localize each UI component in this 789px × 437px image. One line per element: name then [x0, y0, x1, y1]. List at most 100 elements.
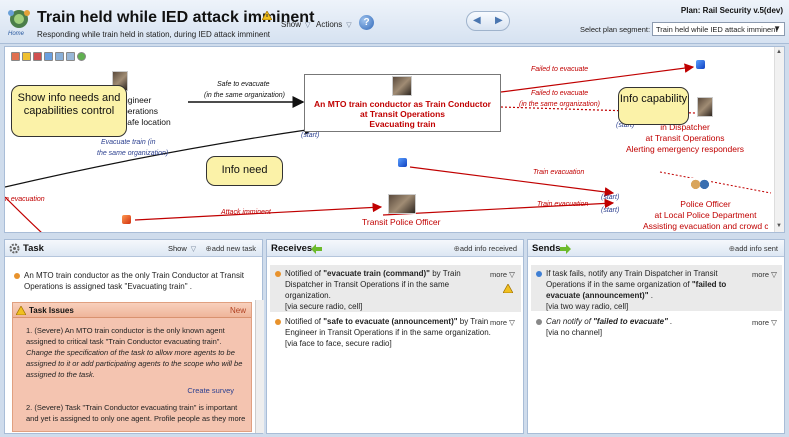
- task-show-menu[interactable]: Show ▽: [168, 244, 196, 253]
- home-logo-icon[interactable]: [6, 8, 32, 30]
- arrow-left-icon: [311, 244, 322, 254]
- engineer-org: perations: [123, 106, 158, 116]
- dispatcher-avatar[interactable]: [697, 97, 713, 117]
- back-arrow-icon[interactable]: ◀: [473, 15, 481, 26]
- info-capability-icon[interactable]: [696, 60, 705, 69]
- send-item-1-more[interactable]: more ▽: [752, 270, 777, 279]
- zoom-icon[interactable]: [66, 52, 75, 61]
- layout-icon[interactable]: [55, 52, 64, 61]
- more-label: more: [490, 270, 508, 279]
- actions-menu[interactable]: Actions ▽: [316, 20, 352, 29]
- police-officer-icon[interactable]: [689, 178, 711, 194]
- flow-map[interactable]: ngineer perations safe location Safe to …: [4, 46, 785, 233]
- refresh-icon[interactable]: [77, 52, 86, 61]
- export-icon[interactable]: [22, 52, 31, 61]
- start-marker: (start): [601, 207, 620, 214]
- more-label: more: [752, 318, 770, 327]
- start-marker: (start): [301, 132, 320, 139]
- receive-item-2[interactable]: Notified of "safe to evacuate (announcem…: [275, 316, 497, 349]
- add-info-received-button[interactable]: add info received: [454, 244, 517, 253]
- more-label: more: [490, 318, 508, 327]
- send-item-2-pre: Can notify of: [546, 317, 594, 326]
- task-scrollbar[interactable]: [255, 300, 264, 433]
- info-capability-icon[interactable]: [398, 158, 407, 167]
- create-survey-link[interactable]: Create survey: [26, 385, 234, 396]
- receive-item-1-more[interactable]: more ▽: [490, 270, 515, 279]
- transit-police-name[interactable]: Transit Police Officer: [362, 217, 440, 228]
- task-panel-title: Task: [23, 243, 44, 254]
- start-marker: (start): [601, 194, 620, 201]
- police-name[interactable]: Police Officer: [643, 199, 768, 210]
- more-label: more: [752, 270, 770, 279]
- engineer-task: safe location: [123, 117, 171, 127]
- segment-label: Select plan segment:: [580, 25, 651, 34]
- legend-icon[interactable]: [11, 52, 20, 61]
- sends-panel-header: Sends add info sent: [528, 240, 784, 257]
- task-org: at Transit Operations: [359, 109, 446, 119]
- receive-item-1-via: [via secure radio, cell]: [285, 302, 363, 311]
- flow-label-safe-to-evacuate[interactable]: Safe to evacuate: [217, 81, 270, 88]
- map-toolbar: [11, 52, 88, 63]
- show-menu[interactable]: Show ▽: [281, 20, 310, 29]
- flow-label-failed-to-evacuate[interactable]: Failed to evacuate: [531, 90, 588, 97]
- segment-select[interactable]: Train held while IED attack imminent ▼: [652, 22, 785, 36]
- add-info-sent-button[interactable]: add info sent: [729, 244, 778, 253]
- status-dot-icon: [275, 319, 281, 325]
- flow-label-train-evacuation[interactable]: Train evacuation: [533, 169, 584, 176]
- flow-label-qualifier: the same organization): [97, 150, 169, 157]
- train-conductor-avatar: [392, 76, 412, 96]
- issue-2: 2. (Severe) Task "Train Conductor evacua…: [26, 403, 246, 423]
- info-needs-icon[interactable]: [33, 52, 42, 61]
- forward-arrow-icon[interactable]: ▶: [495, 15, 503, 26]
- callout-show-info: Show info needs and capabilities control: [11, 85, 127, 137]
- receives-panel-title: Receives: [271, 243, 313, 254]
- send-item-1[interactable]: If task fails, notify any Train Dispatch…: [536, 268, 758, 312]
- receives-panel-header: Receives add info received: [267, 240, 523, 257]
- dispatcher-org: at Transit Operations: [645, 133, 725, 143]
- status-dot-icon: [275, 271, 281, 277]
- send-item-2-via: [via no channel]: [546, 328, 603, 337]
- task-panel: Task Show▽ add new task An MTO train con…: [4, 239, 264, 434]
- scroll-down-icon[interactable]: ▼: [776, 223, 782, 229]
- plan-label: Plan: Rail Security v.5(dev): [680, 6, 783, 15]
- gear-icon: [9, 243, 20, 254]
- flow-label-evacuate-train[interactable]: Evacuate train (in: [101, 139, 155, 146]
- selected-task-node[interactable]: An MTO train conductor as Train Conducto…: [304, 74, 501, 132]
- chevron-down-icon: ▽: [346, 22, 352, 29]
- receive-item-1-pre: Notified of: [285, 269, 324, 278]
- flow-label-failed-to-evacuate[interactable]: Failed to evacuate: [531, 66, 588, 73]
- flow-label-evacuation[interactable]: n evacuation: [5, 196, 45, 203]
- arrow-right-icon: [560, 244, 571, 254]
- scroll-up-icon[interactable]: ▲: [776, 49, 782, 55]
- dispatcher-task: Alerting emergency responders: [625, 144, 745, 154]
- callout-info-need: Info need: [206, 156, 283, 186]
- info-need-icon[interactable]: [122, 215, 131, 224]
- home-caption[interactable]: Home: [8, 31, 24, 37]
- task-issues-title: Task Issues: [29, 306, 74, 315]
- sends-panel-title: Sends: [532, 243, 561, 254]
- police-org: at Local Police Department: [654, 210, 757, 220]
- add-task-button[interactable]: add new task: [206, 244, 256, 253]
- callout-info-capability: Info capability: [618, 87, 689, 125]
- receive-item-2-more[interactable]: more ▽: [490, 318, 515, 327]
- flow-label-attack-imminent[interactable]: Attack imminent: [221, 209, 271, 216]
- engineer-name[interactable]: ngineer: [123, 95, 171, 106]
- capabilities-icon[interactable]: [44, 52, 53, 61]
- flow-label-train-evacuation[interactable]: Train evacuation: [537, 201, 588, 208]
- warning-icon: [503, 284, 513, 293]
- send-item-2-more[interactable]: more ▽: [752, 318, 777, 327]
- help-icon[interactable]: ?: [359, 15, 374, 30]
- task-show-label: Show: [168, 244, 187, 253]
- receive-item-2-via: [via face to face, secure radio]: [285, 339, 392, 348]
- transit-police-avatar[interactable]: [388, 194, 416, 214]
- flow-arrow: [659, 171, 772, 194]
- task-agent: An MTO train conductor as Train Conducto…: [314, 99, 491, 109]
- show-menu-label: Show: [281, 20, 302, 29]
- receive-item-1[interactable]: Notified of "evacuate train (command)" b…: [275, 268, 497, 312]
- status-dot-icon: [14, 273, 20, 279]
- map-scrollbar[interactable]: ▲ ▼: [774, 47, 784, 232]
- new-issue-link[interactable]: New: [230, 306, 246, 315]
- task-description-text: An MTO train conductor as the only Train…: [24, 271, 244, 291]
- warning-icon: [16, 306, 26, 315]
- send-item-2[interactable]: Can notify of "failed to evacuate" . [vi…: [536, 316, 758, 338]
